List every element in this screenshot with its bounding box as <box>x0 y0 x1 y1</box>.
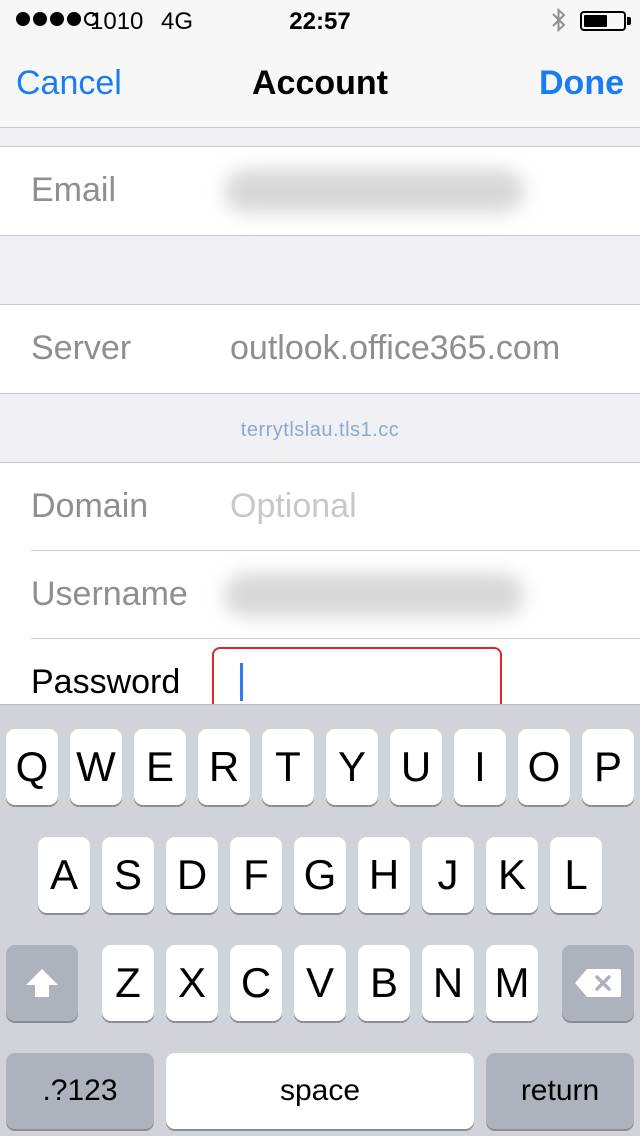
status-bar: 1010 4G 22:57 <box>0 0 640 40</box>
text-cursor <box>240 663 243 701</box>
key-o[interactable]: O <box>518 729 570 805</box>
username-row[interactable]: Username <box>0 551 640 639</box>
key-f[interactable]: F <box>230 837 282 913</box>
key-x[interactable]: X <box>166 945 218 1021</box>
watermark-text: terrytlslau.tls1.cc <box>240 419 400 441</box>
email-group: Email <box>0 146 640 236</box>
domain-field[interactable]: Optional <box>230 487 357 526</box>
battery-tip <box>627 17 631 25</box>
shift-arrow-icon <box>26 969 58 997</box>
key-w[interactable]: W <box>70 729 122 805</box>
keyboard: .?123 space return QWERTYUIOP ASDFGHJKL ZX… <box>0 704 640 1136</box>
shift-key[interactable] <box>6 945 78 1021</box>
key-v[interactable]: V <box>294 945 346 1021</box>
space-key[interactable]: space <box>166 1053 474 1129</box>
key-m[interactable]: M <box>486 945 538 1021</box>
server-group: Server outlook.office365.com <box>0 304 640 394</box>
done-button[interactable]: Done <box>539 64 624 103</box>
key-i[interactable]: I <box>454 729 506 805</box>
key-c[interactable]: C <box>230 945 282 1021</box>
backspace-icon <box>575 969 621 997</box>
key-h[interactable]: H <box>358 837 410 913</box>
key-q[interactable]: Q <box>6 729 58 805</box>
domain-label: Domain <box>31 487 149 525</box>
domain-row[interactable]: Domain Optional <box>0 463 640 551</box>
key-b[interactable]: B <box>358 945 410 1021</box>
key-n[interactable]: N <box>422 945 474 1021</box>
username-field[interactable] <box>224 573 524 617</box>
key-g[interactable]: G <box>294 837 346 913</box>
server-label: Server <box>31 329 132 367</box>
delete-key[interactable] <box>562 945 634 1021</box>
return-key[interactable]: return <box>486 1053 634 1129</box>
key-e[interactable]: E <box>134 729 186 805</box>
navigation-bar: Cancel Account Done <box>0 40 640 128</box>
key-t[interactable]: T <box>262 729 314 805</box>
key-r[interactable]: R <box>198 729 250 805</box>
key-z[interactable]: Z <box>102 945 154 1021</box>
credentials-group: Domain Optional Username Password <box>0 462 640 727</box>
server-row[interactable]: Server outlook.office365.com <box>0 305 640 393</box>
cancel-button[interactable]: Cancel <box>16 64 122 103</box>
email-row[interactable]: Email <box>0 147 640 235</box>
key-k[interactable]: K <box>486 837 538 913</box>
numbers-key[interactable]: .?123 <box>6 1053 154 1129</box>
key-u[interactable]: U <box>390 729 442 805</box>
clock: 22:57 <box>289 8 351 35</box>
password-field[interactable] <box>212 647 502 711</box>
battery-icon <box>580 11 626 31</box>
key-j[interactable]: J <box>422 837 474 913</box>
key-a[interactable]: A <box>38 837 90 913</box>
key-y[interactable]: Y <box>326 729 378 805</box>
key-l[interactable]: L <box>550 837 602 913</box>
server-field[interactable]: outlook.office365.com <box>230 329 560 368</box>
key-p[interactable]: P <box>582 729 634 805</box>
username-label: Username <box>31 575 188 613</box>
email-label: Email <box>31 171 117 209</box>
email-field[interactable] <box>224 169 524 213</box>
bluetooth-icon <box>552 7 566 33</box>
key-d[interactable]: D <box>166 837 218 913</box>
key-s[interactable]: S <box>102 837 154 913</box>
password-label: Password <box>31 663 181 701</box>
